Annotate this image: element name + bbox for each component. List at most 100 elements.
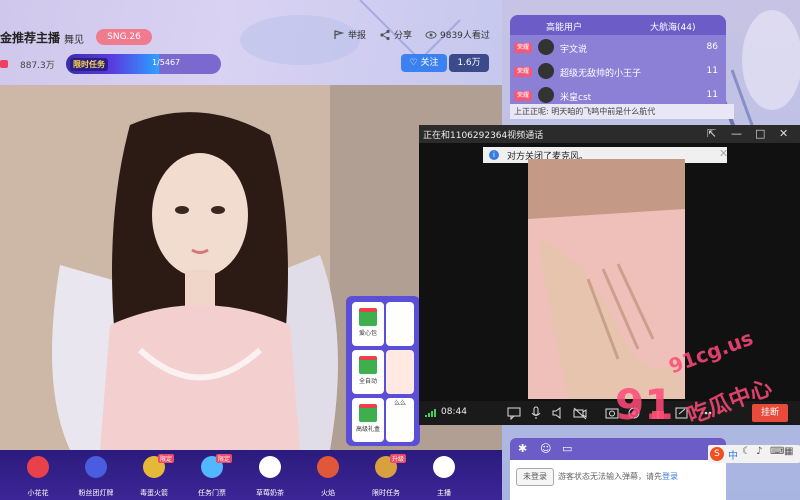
heat-icon xyxy=(0,60,8,68)
report-label: 举报 xyxy=(348,31,367,41)
ime-logo-icon: S xyxy=(710,447,724,461)
gift-icon xyxy=(259,456,281,478)
tab-voyage[interactable]: 大航海(44) xyxy=(650,20,695,33)
avatar[interactable] xyxy=(538,87,554,103)
viewer-count: 9839人看过 xyxy=(425,28,490,41)
gift-tag: 限定 xyxy=(158,454,174,463)
gift-label: 任务门票 xyxy=(198,489,226,497)
gift-bar-item[interactable]: 限定 毒蛋火箭 xyxy=(134,454,174,498)
gift-icon xyxy=(85,456,107,478)
emoji-icon[interactable]: ☺ xyxy=(540,442,551,455)
message-icon[interactable]: ▭ xyxy=(562,442,572,455)
camera-off-icon[interactable] xyxy=(573,406,587,420)
settings-icon[interactable]: ✱ xyxy=(518,442,527,455)
ime-moon-icon[interactable]: ☾ xyxy=(742,446,751,457)
follow-button[interactable]: ♡ 关注 xyxy=(401,54,447,72)
gift-item[interactable] xyxy=(386,350,414,394)
gift-item[interactable]: 全自动 xyxy=(352,350,384,394)
ime-toolbar[interactable]: S 中 ☾ ♪ ⌨ ▦ xyxy=(708,445,800,463)
avatar[interactable] xyxy=(538,63,554,79)
gift-icon xyxy=(27,456,49,478)
chat-message: 上正正呢: 明天咱的飞鸣中前是什么航代 xyxy=(510,104,734,119)
gift-tag: 限定 xyxy=(216,454,232,463)
gift-side-panel: 爱心包 全自动 高级礼盒 么么 xyxy=(346,296,420,446)
chat-toolbar: ✱ ☺ ▭ xyxy=(510,438,726,460)
gift-bar-item[interactable]: 粉丝团灯牌 xyxy=(76,456,116,498)
gift-bar-item[interactable]: 火焰 xyxy=(308,456,348,498)
report-button[interactable]: 举报 xyxy=(333,28,366,41)
signal-icon xyxy=(425,409,436,417)
login-button[interactable]: 未登录 xyxy=(516,468,554,486)
rank-medal: 荣耀 xyxy=(514,43,532,53)
notice-close-icon[interactable]: ✕ xyxy=(719,147,728,160)
gift-item[interactable]: 么么 xyxy=(386,398,414,442)
login-link[interactable]: 登录 xyxy=(662,472,678,481)
task-progress-text: 1/5467 xyxy=(152,58,181,67)
call-titlebar[interactable]: 正在和1106292364视频通话 ⇱ — □ ✕ xyxy=(419,125,800,143)
task-label: 限时任务 xyxy=(70,58,108,71)
rank-score: 11 xyxy=(706,90,718,100)
rank-score: 86 xyxy=(706,42,718,52)
chat-icon[interactable] xyxy=(507,406,521,420)
speaker-icon[interactable] xyxy=(551,406,565,420)
pin-icon[interactable]: ⇱ xyxy=(707,127,716,140)
rank-medal: 荣耀 xyxy=(514,91,532,101)
gift-bar-item[interactable]: 草莓奶茶 xyxy=(250,456,290,498)
gift-icon xyxy=(317,456,339,478)
gift-item[interactable]: 高级礼盒 xyxy=(352,398,384,442)
category-tag[interactable]: 舞见 xyxy=(64,31,84,46)
watermark-logo: 91cg.us 91 吃瓜中心 xyxy=(615,326,785,430)
room-badge[interactable]: SNG.26 xyxy=(96,29,152,45)
gift-item[interactable] xyxy=(386,302,414,346)
ime-mic-icon[interactable]: ♪ xyxy=(756,446,762,457)
microphone-icon[interactable] xyxy=(529,406,543,420)
limited-task-bar[interactable]: 限时任务 1/5467 xyxy=(66,54,221,74)
rank-user-name[interactable]: 米皇cst xyxy=(560,90,591,103)
rank-row[interactable]: 荣耀 米皇cst 11 xyxy=(514,87,722,105)
avatar[interactable] xyxy=(538,39,554,55)
ime-keyboard-icon[interactable]: ⌨ xyxy=(770,446,784,457)
gift-label: 主播 xyxy=(437,489,451,497)
gift-bar-item[interactable]: 小花花 xyxy=(18,456,58,498)
call-title: 正在和1106292364视频通话 xyxy=(423,131,544,141)
rank-medal: 荣耀 xyxy=(514,67,532,77)
gift-item[interactable]: 爱心包 xyxy=(352,302,384,346)
gift-label: 粉丝团灯牌 xyxy=(78,489,114,497)
heat-value: 887.3万 xyxy=(20,61,55,71)
share-button[interactable]: 分享 xyxy=(379,28,412,41)
gift-label: 小花花 xyxy=(27,489,49,497)
gift-bar: 小花花 粉丝团灯牌 限定 毒蛋火箭 限定 任务门票 草莓奶茶 火焰 升级 限时任务 主播 xyxy=(0,450,502,500)
gift-bar-item[interactable]: 主播 xyxy=(424,456,464,498)
follower-count: 1.6万 xyxy=(449,54,489,72)
gift-icon xyxy=(433,456,455,478)
tab-high-energy-users[interactable]: 高能用户 xyxy=(546,20,582,33)
rank-tabs: 高能用户 大航海(44) xyxy=(510,15,726,35)
gift-bar-item[interactable]: 升级限时任务 xyxy=(366,454,406,498)
watermark-number: 91 xyxy=(615,380,674,429)
ime-mode[interactable]: 中 xyxy=(728,447,738,462)
chat-hint: 游客状态无法输入弹幕，请先登录 xyxy=(558,472,678,481)
ime-menu-icon[interactable]: ▦ xyxy=(784,446,793,457)
gift-tag: 升级 xyxy=(390,454,406,463)
report-icon xyxy=(334,29,345,39)
call-duration: 08:44 xyxy=(441,407,467,417)
gift-label: 火焰 xyxy=(321,489,335,497)
eye-icon xyxy=(425,30,437,39)
gift-box-icon xyxy=(359,308,377,326)
share-icon xyxy=(380,29,390,40)
gift-bar-item[interactable]: 限定任务门票 xyxy=(192,454,232,498)
minimize-icon[interactable]: — xyxy=(731,127,742,140)
rank-user-name[interactable]: 超级无敌帅的小王子 xyxy=(560,66,641,79)
gift-box-icon xyxy=(359,404,377,422)
gift-label: 限时任务 xyxy=(372,489,400,497)
maximize-icon[interactable]: □ xyxy=(755,127,765,140)
rank-row[interactable]: 荣耀 宇文说 86 xyxy=(514,39,722,57)
gift-label: 草莓奶茶 xyxy=(256,489,284,497)
gift-box-icon xyxy=(359,356,377,374)
watermark-brand: 吃瓜中心 xyxy=(684,375,776,430)
close-icon[interactable]: ✕ xyxy=(779,127,788,140)
viewer-count-label: 9839人看过 xyxy=(440,31,490,41)
share-label: 分享 xyxy=(394,31,413,41)
rank-user-name[interactable]: 宇文说 xyxy=(560,42,587,55)
rank-row[interactable]: 荣耀 超级无敌帅的小王子 11 xyxy=(514,63,722,81)
